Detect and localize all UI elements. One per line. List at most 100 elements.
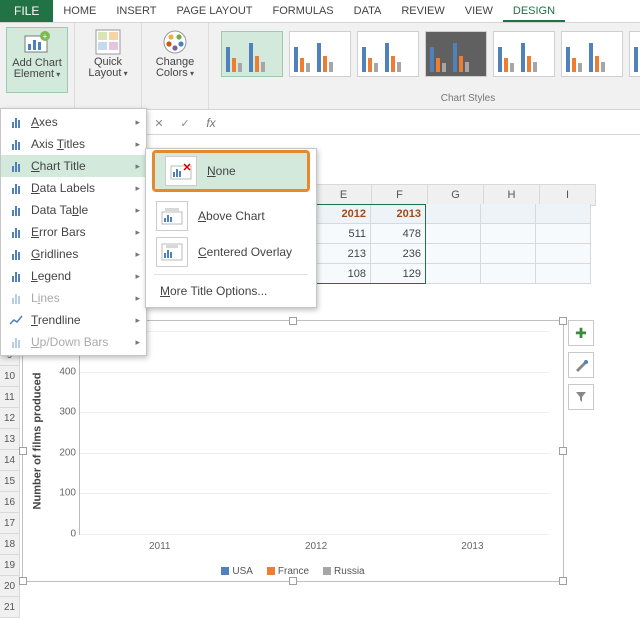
chart-style-1[interactable] <box>221 31 283 77</box>
formula-bar: ✕ ✓ fx <box>146 112 640 135</box>
change-colors-button[interactable]: Change Colors ▾ <box>144 27 206 93</box>
cell[interactable]: 129 <box>371 264 426 284</box>
row-19[interactable]: 19 <box>0 555 20 576</box>
change-colors-icon <box>162 29 188 55</box>
tab-design[interactable]: DESIGN <box>503 0 565 22</box>
cell-empty[interactable] <box>481 264 536 284</box>
cell[interactable]: 478 <box>371 224 426 244</box>
updown-icon <box>7 334 25 350</box>
tab-formulas[interactable]: FORMULAS <box>263 0 344 22</box>
above-chart-icon <box>156 201 188 231</box>
data-labels-icon <box>7 180 25 196</box>
chart-title-icon <box>7 158 25 174</box>
add-chart-element-menu: AAxesxes▸ Axis Titles▸ Chart Title▸ Data… <box>0 108 147 356</box>
col-E[interactable]: E <box>316 184 372 206</box>
chart-elements-button[interactable]: ✚ <box>568 320 594 346</box>
embedded-chart[interactable]: Number of films produced 010020030040050… <box>22 320 564 582</box>
cell-empty[interactable] <box>536 204 591 224</box>
row-15[interactable]: 15 <box>0 471 20 492</box>
chart-y-axis-label: Number of films produced <box>29 341 45 541</box>
chart-style-6[interactable] <box>561 31 623 77</box>
row-10[interactable]: 10 <box>0 366 20 387</box>
chart-style-7[interactable] <box>629 31 640 77</box>
chart-filters-button[interactable] <box>568 384 594 410</box>
tab-review[interactable]: REVIEW <box>391 0 454 22</box>
chart-styles-button[interactable] <box>568 352 594 378</box>
tab-page-layout[interactable]: PAGE LAYOUT <box>166 0 262 22</box>
highlight-box: None <box>152 150 310 192</box>
formula-cancel-icon[interactable]: ✕ <box>146 117 172 130</box>
legend-russia[interactable]: Russia <box>323 566 365 577</box>
chart-style-5[interactable] <box>493 31 555 77</box>
row-13[interactable]: 13 <box>0 429 20 450</box>
row-14[interactable]: 14 <box>0 450 20 471</box>
fx-icon[interactable]: fx <box>198 116 224 130</box>
row-18[interactable]: 18 <box>0 534 20 555</box>
row-16[interactable]: 16 <box>0 492 20 513</box>
tab-file[interactable]: FILE <box>0 0 53 22</box>
chart-title-none[interactable]: None <box>155 153 307 189</box>
cell-empty[interactable] <box>481 224 536 244</box>
chart-legend[interactable]: USA France Russia <box>23 566 563 577</box>
tab-data[interactable]: DATA <box>344 0 392 22</box>
cell[interactable]: 236 <box>371 244 426 264</box>
chart-title-above[interactable]: Above Chart <box>146 198 316 234</box>
menu-data-labels[interactable]: Data Labels▸ <box>1 177 146 199</box>
row-21[interactable]: 21 <box>0 597 20 618</box>
formula-accept-icon[interactable]: ✓ <box>172 117 198 130</box>
menu-error-bars[interactable]: Error Bars▸ <box>1 221 146 243</box>
cell-empty[interactable] <box>536 244 591 264</box>
row-17[interactable]: 17 <box>0 513 20 534</box>
cell-empty[interactable] <box>426 244 481 264</box>
menu-axes[interactable]: AAxesxes▸ <box>1 111 146 133</box>
cell[interactable]: 108 <box>316 264 371 284</box>
col-I[interactable]: I <box>540 184 596 206</box>
menu-axis-titles[interactable]: Axis Titles▸ <box>1 133 146 155</box>
cell-empty[interactable] <box>426 264 481 284</box>
tab-home[interactable]: HOME <box>53 0 106 22</box>
ribbon-tabs: FILE HOME INSERT PAGE LAYOUT FORMULAS DA… <box>0 0 640 23</box>
chart-style-4[interactable] <box>425 31 487 77</box>
cell[interactable]: 213 <box>316 244 371 264</box>
chart-plot-area[interactable]: 0100200300400500201120122013 <box>79 331 549 535</box>
menu-legend[interactable]: Legend▸ <box>1 265 146 287</box>
legend-usa[interactable]: USA <box>221 566 253 577</box>
menu-trendline[interactable]: Trendline▸ <box>1 309 146 331</box>
cell-year-2012[interactable]: 2012 <box>316 204 371 224</box>
col-F[interactable]: F <box>372 184 428 206</box>
chart-style-3[interactable] <box>357 31 419 77</box>
cell-empty[interactable] <box>481 204 536 224</box>
cell-year-2013[interactable]: 2013 <box>371 204 426 224</box>
lines-icon <box>7 290 25 306</box>
error-bars-icon <box>7 224 25 240</box>
cell-empty[interactable] <box>426 204 481 224</box>
add-chart-element-button[interactable]: + Add Chart Element ▾ <box>6 27 68 93</box>
cell-empty[interactable] <box>536 264 591 284</box>
cell-empty[interactable] <box>426 224 481 244</box>
row-12[interactable]: 12 <box>0 408 20 429</box>
menu-chart-title[interactable]: Chart Title▸ <box>1 155 146 177</box>
add-chart-element-icon: + <box>23 30 51 56</box>
cell-empty[interactable] <box>481 244 536 264</box>
menu-data-table[interactable]: Data Table▸ <box>1 199 146 221</box>
chart-title-more-options[interactable]: More Title Options... <box>146 279 316 303</box>
col-H[interactable]: H <box>484 184 540 206</box>
quick-layout-button[interactable]: Quick Layout ▾ <box>77 27 139 93</box>
menu-gridlines[interactable]: Gridlines▸ <box>1 243 146 265</box>
row-20[interactable]: 20 <box>0 576 20 597</box>
col-G[interactable]: G <box>428 184 484 206</box>
column-headers: E F G H I <box>316 184 596 206</box>
row-11[interactable]: 11 <box>0 387 20 408</box>
none-icon <box>165 156 197 186</box>
chart-styles-group-label: Chart Styles <box>215 93 640 107</box>
data-table-icon <box>7 202 25 218</box>
legend-france[interactable]: France <box>267 566 309 577</box>
chart-title-centered-overlay[interactable]: Centered Overlay <box>146 234 316 270</box>
tab-view[interactable]: VIEW <box>455 0 503 22</box>
cell[interactable]: 511 <box>316 224 371 244</box>
centered-overlay-icon <box>156 237 188 267</box>
chart-style-2[interactable] <box>289 31 351 77</box>
tab-insert[interactable]: INSERT <box>106 0 166 22</box>
cell-empty[interactable] <box>536 224 591 244</box>
row-headers: 8 9 10 11 12 13 14 15 16 17 18 19 20 21 <box>0 324 20 618</box>
